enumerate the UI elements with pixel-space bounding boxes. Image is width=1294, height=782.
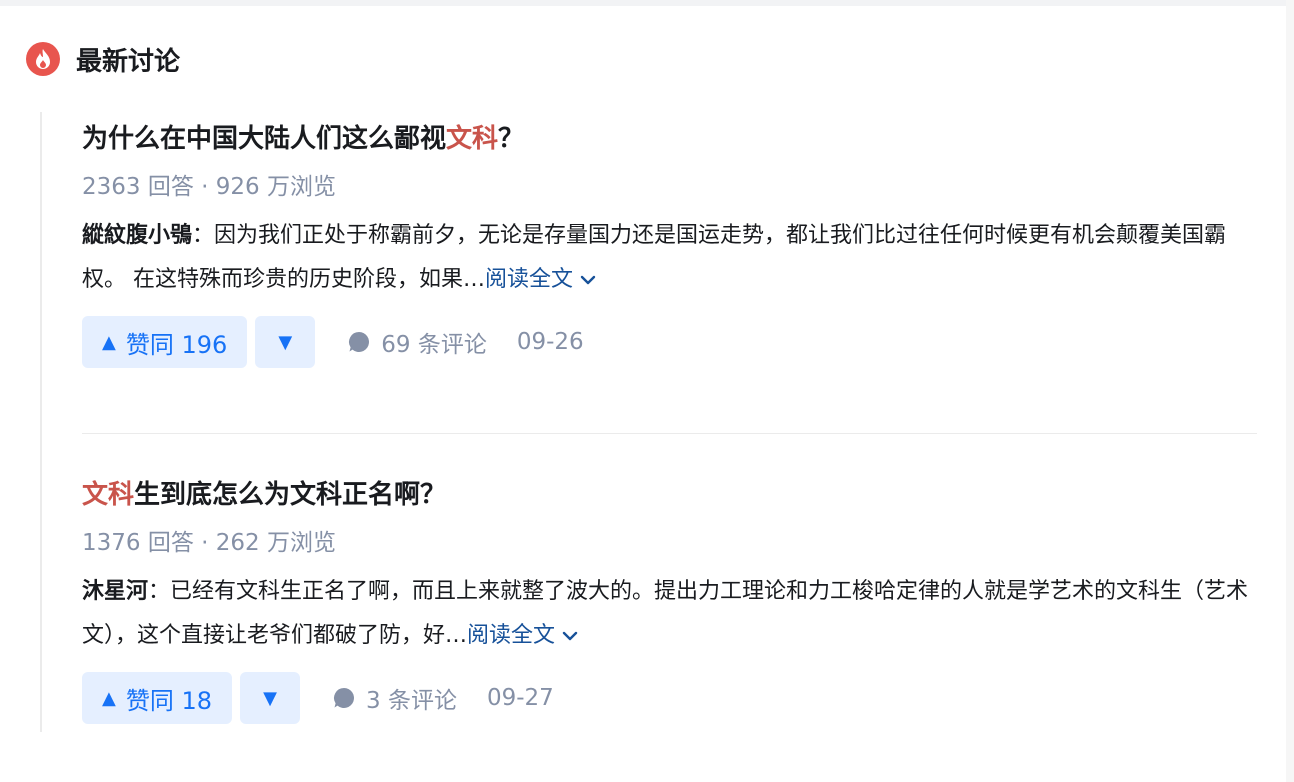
question-title-highlight[interactable]: 文科: [82, 480, 134, 510]
discussion-card: 为什么在中国大陆人们这么鄙视文科？ 2363 回答 · 926 万浏览 縱紋腹小…: [82, 122, 1257, 368]
upvote-button[interactable]: ▲ 赞同 196: [82, 316, 248, 368]
top-band: [0, 0, 1294, 6]
fire-icon: [26, 42, 60, 76]
comment-bubble-icon: [334, 688, 355, 708]
answer-author[interactable]: 縱紋腹小鴞: [82, 223, 192, 248]
question-title[interactable]: 文科生到底怎么为文科正名啊？: [82, 478, 1257, 512]
question-meta: 1376 回答 · 262 万浏览: [82, 530, 336, 556]
answer-actions: ▲ 赞同 18 ▼ 3 条评论 09-27: [82, 672, 1257, 724]
upvote-button[interactable]: ▲ 赞同 18: [82, 672, 233, 724]
question-meta: 2363 回答 · 926 万浏览: [82, 174, 336, 200]
downvote-button[interactable]: ▼: [240, 672, 301, 724]
discussion-feed: 为什么在中国大陆人们这么鄙视文科？ 2363 回答 · 926 万浏览 縱紋腹小…: [40, 112, 1257, 732]
answer-excerpt[interactable]: 縱紋腹小鴞：因为我们正处于称霸前夕，无论是存量国力还是国运走势，都让我们比过往任…: [82, 214, 1257, 302]
upvote-label: 赞同 18: [125, 686, 213, 715]
question-title[interactable]: 为什么在中国大陆人们这么鄙视文科？: [82, 122, 1257, 156]
triangle-down-icon: ▼: [263, 687, 277, 709]
question-title-text-suffix[interactable]: 生到底怎么为文科正名啊？: [134, 480, 446, 510]
question-title-text[interactable]: 为什么在中国大陆人们这么鄙视: [82, 124, 446, 154]
read-more-link[interactable]: 阅读全文: [467, 623, 579, 648]
read-more-link[interactable]: 阅读全文: [485, 267, 597, 292]
comments-button[interactable]: 3 条评论: [332, 681, 457, 715]
section-header: 最新讨论: [26, 42, 181, 77]
answer-excerpt[interactable]: 沐星河：已经有文科生正名了啊，而且上来就整了波大的。提出力工理论和力工梭哈定律的…: [82, 570, 1257, 658]
question-title-highlight[interactable]: 文科: [446, 124, 498, 154]
section-title: 最新讨论: [76, 46, 181, 77]
answer-date: 09-26: [516, 329, 584, 355]
downvote-button[interactable]: ▼: [255, 316, 316, 368]
chevron-down-icon[interactable]: [561, 630, 579, 642]
discussion-card: 文科生到底怎么为文科正名啊？ 1376 回答 · 262 万浏览 沐星河：已经有…: [82, 478, 1257, 724]
read-more-label[interactable]: 阅读全文: [467, 623, 555, 648]
answer-actions: ▲ 赞同 196 ▼ 69 条评论 09-26: [82, 316, 1257, 368]
right-edge-band: [1286, 0, 1294, 782]
chevron-down-icon[interactable]: [579, 274, 597, 286]
comments-count[interactable]: 3 条评论: [366, 681, 457, 715]
triangle-down-icon: ▼: [278, 331, 293, 353]
card-divider: [82, 433, 1257, 434]
answer-excerpt-text[interactable]: ：已经有文科生正名了啊，而且上来就整了波大的。提出力工理论和力工梭哈定律的人就是…: [82, 579, 1248, 648]
comments-button[interactable]: 69 条评论: [347, 325, 487, 359]
triangle-up-icon: ▲: [102, 687, 116, 709]
comment-bubble-icon: [349, 332, 370, 352]
comments-count[interactable]: 69 条评论: [381, 325, 487, 359]
answer-excerpt-text[interactable]: ：因为我们正处于称霸前夕，无论是存量国力还是国运走势，都让我们比过往任何时候更有…: [82, 223, 1226, 292]
triangle-up-icon: ▲: [102, 331, 116, 353]
upvote-label: 赞同 196: [125, 330, 228, 359]
answer-date: 09-27: [486, 685, 554, 711]
answer-author[interactable]: 沐星河: [82, 579, 148, 604]
read-more-label[interactable]: 阅读全文: [485, 267, 573, 292]
question-title-text-suffix[interactable]: ？: [498, 124, 524, 154]
